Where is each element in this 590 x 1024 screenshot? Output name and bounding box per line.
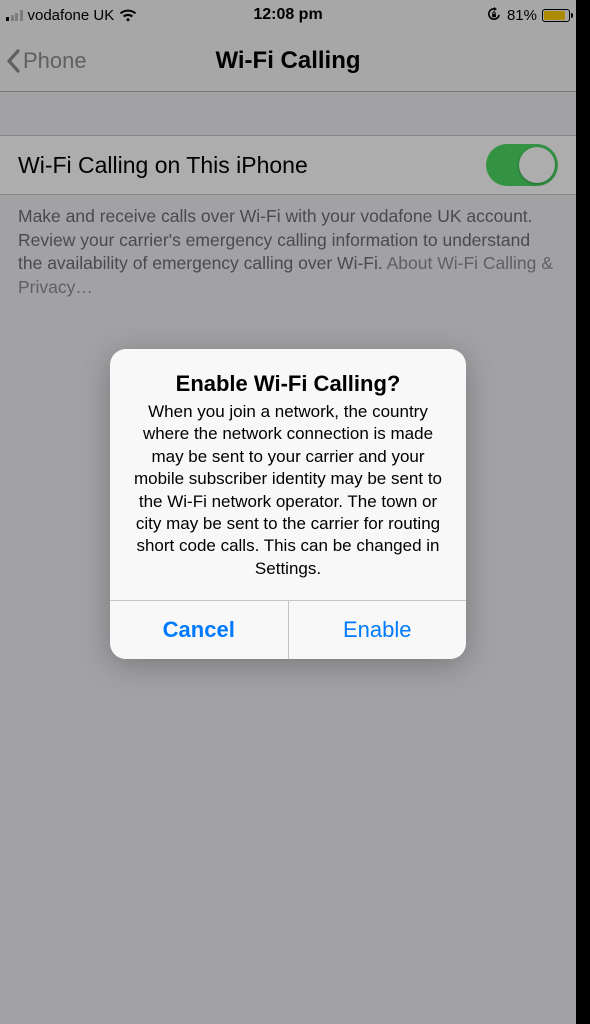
enable-button[interactable]: Enable (288, 601, 467, 659)
alert-title: Enable Wi-Fi Calling? (128, 371, 448, 397)
alert-backdrop: Enable Wi-Fi Calling? When you join a ne… (0, 0, 576, 1024)
cancel-button[interactable]: Cancel (110, 601, 288, 659)
alert-button-row: Cancel Enable (110, 600, 466, 659)
device-frame: vodafone UK 12:08 pm 81% (0, 0, 576, 1024)
alert-dialog: Enable Wi-Fi Calling? When you join a ne… (110, 349, 466, 660)
alert-message: When you join a network, the country whe… (128, 401, 448, 581)
alert-body: Enable Wi-Fi Calling? When you join a ne… (110, 349, 466, 601)
